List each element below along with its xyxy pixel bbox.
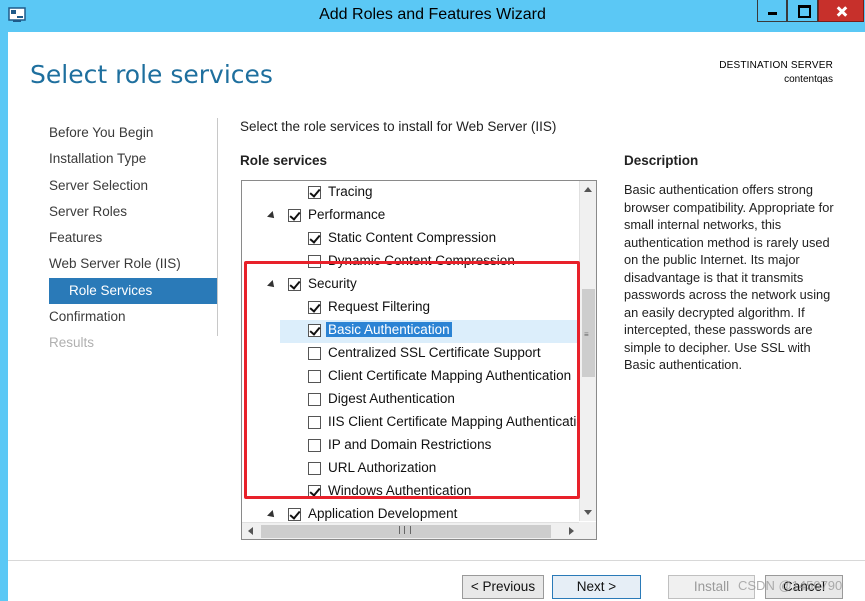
tree-item[interactable]: Client Certificate Mapping Authenticatio… (242, 366, 580, 389)
tree-item[interactable]: IIS Client Certificate Mapping Authentic… (242, 412, 591, 435)
tree-item[interactable]: Request Filtering (242, 297, 580, 320)
checkbox[interactable] (308, 232, 321, 245)
nav-item-web-server-role[interactable]: Web Server Role (IIS) (49, 251, 217, 277)
wizard-nav: Before You Begin Installation Type Serve… (49, 120, 217, 357)
nav-item-results: Results (49, 335, 95, 351)
checkbox[interactable] (288, 278, 301, 291)
intro-text: Select the role services to install for … (240, 119, 557, 134)
nav-divider (217, 118, 218, 336)
tree-item-label: Performance (308, 207, 386, 222)
checkbox[interactable] (308, 255, 321, 268)
tree-item[interactable]: Digest Authentication (242, 389, 580, 412)
role-services-header: Role services (240, 153, 328, 168)
tree-item[interactable]: IP and Domain Restrictions (242, 435, 580, 458)
tree-item-label: IIS Client Certificate Mapping Authentic… (328, 414, 592, 429)
tree-item-label: Dynamic Content Compression (328, 253, 515, 268)
maximize-icon[interactable] (787, 0, 818, 22)
checkbox[interactable] (308, 439, 321, 452)
previous-button[interactable]: < Previous (462, 575, 544, 599)
scroll-up-icon[interactable] (580, 181, 596, 198)
checkbox[interactable] (308, 393, 321, 406)
tree-item-label: Windows Authentication (328, 483, 472, 498)
close-icon[interactable] (818, 0, 864, 22)
tree-item[interactable]: Tracing (242, 182, 580, 205)
tree-item-label: Security (308, 276, 357, 291)
page-title: Select role services (30, 60, 273, 89)
nav-item-server-selection[interactable]: Server Selection (49, 173, 217, 199)
tree-item[interactable]: Performance (242, 205, 580, 228)
tree-item-label: Application Development (308, 506, 458, 521)
checkbox[interactable] (308, 301, 321, 314)
tree-item[interactable]: Static Content Compression (242, 228, 580, 251)
tree-item[interactable]: URL Authorization (242, 458, 580, 481)
tree-item-label: Basic Authentication (326, 322, 452, 337)
expand-arrow-icon[interactable] (267, 510, 277, 520)
destination-server-label: DESTINATION SERVER (719, 60, 833, 71)
scrollbar-corner (579, 522, 596, 539)
checkbox[interactable] (288, 209, 301, 222)
nav-item-confirmation[interactable]: Confirmation (49, 304, 217, 330)
checkbox[interactable] (308, 186, 321, 199)
nav-item-before-you-begin[interactable]: Before You Begin (49, 120, 217, 146)
checkbox[interactable] (308, 370, 321, 383)
tree-item-label: Digest Authentication (328, 391, 455, 406)
checkbox[interactable] (308, 324, 321, 337)
tree-item-label: Request Filtering (328, 299, 431, 314)
next-button[interactable]: Next > (552, 575, 641, 599)
checkbox[interactable] (308, 416, 321, 429)
checkbox[interactable] (308, 485, 321, 498)
description-header: Description (624, 153, 699, 168)
nav-item-role-services[interactable]: Role Services (49, 277, 217, 305)
destination-server-name: contentqas (784, 74, 833, 85)
nav-item-server-roles[interactable]: Server Roles (49, 199, 217, 225)
window-frame-left (0, 32, 8, 601)
description-text: Basic authentication offers strong brows… (624, 182, 834, 372)
checkbox[interactable] (288, 508, 301, 521)
grip-icon: ≡ (584, 330, 589, 339)
tree-item[interactable]: Centralized SSL Certificate Support (242, 343, 580, 366)
tree-item-label: Tracing (328, 184, 373, 199)
tree-item-label: URL Authorization (328, 460, 437, 475)
nav-item-features[interactable]: Features (49, 225, 217, 251)
checkbox[interactable] (308, 462, 321, 475)
minimize-icon[interactable] (757, 0, 787, 22)
expand-arrow-icon[interactable] (267, 280, 277, 290)
grip-icon (399, 526, 411, 534)
window-title: Add Roles and Features Wizard (319, 6, 546, 23)
scroll-down-icon[interactable] (580, 504, 596, 521)
tree-item-label: IP and Domain Restrictions (328, 437, 492, 452)
watermark: CSDN @1450790 (738, 578, 843, 593)
scroll-right-icon[interactable] (563, 523, 580, 539)
tree-item-label: Centralized SSL Certificate Support (328, 345, 541, 360)
horizontal-scrollbar[interactable] (242, 522, 580, 539)
tree-item[interactable]: Security (242, 274, 580, 297)
checkbox[interactable] (308, 347, 321, 360)
title-bar: Add Roles and Features Wizard (0, 0, 865, 32)
nav-item-installation-type[interactable]: Installation Type (49, 146, 217, 172)
scroll-left-icon[interactable] (242, 523, 259, 539)
tree-item-label: Static Content Compression (328, 230, 497, 245)
footer-divider (8, 560, 865, 561)
tree-item[interactable]: Basic Authentication (280, 320, 580, 343)
expand-arrow-icon[interactable] (267, 211, 277, 221)
tree-item[interactable]: Dynamic Content Compression (242, 251, 580, 274)
tree-item-label: Client Certificate Mapping Authenticatio… (328, 368, 572, 383)
vertical-scrollbar[interactable]: ≡ (579, 181, 596, 521)
role-services-tree[interactable]: Tracing Performance Static Content Compres… (241, 180, 597, 540)
tree-item[interactable]: Windows Authentication (242, 481, 580, 504)
